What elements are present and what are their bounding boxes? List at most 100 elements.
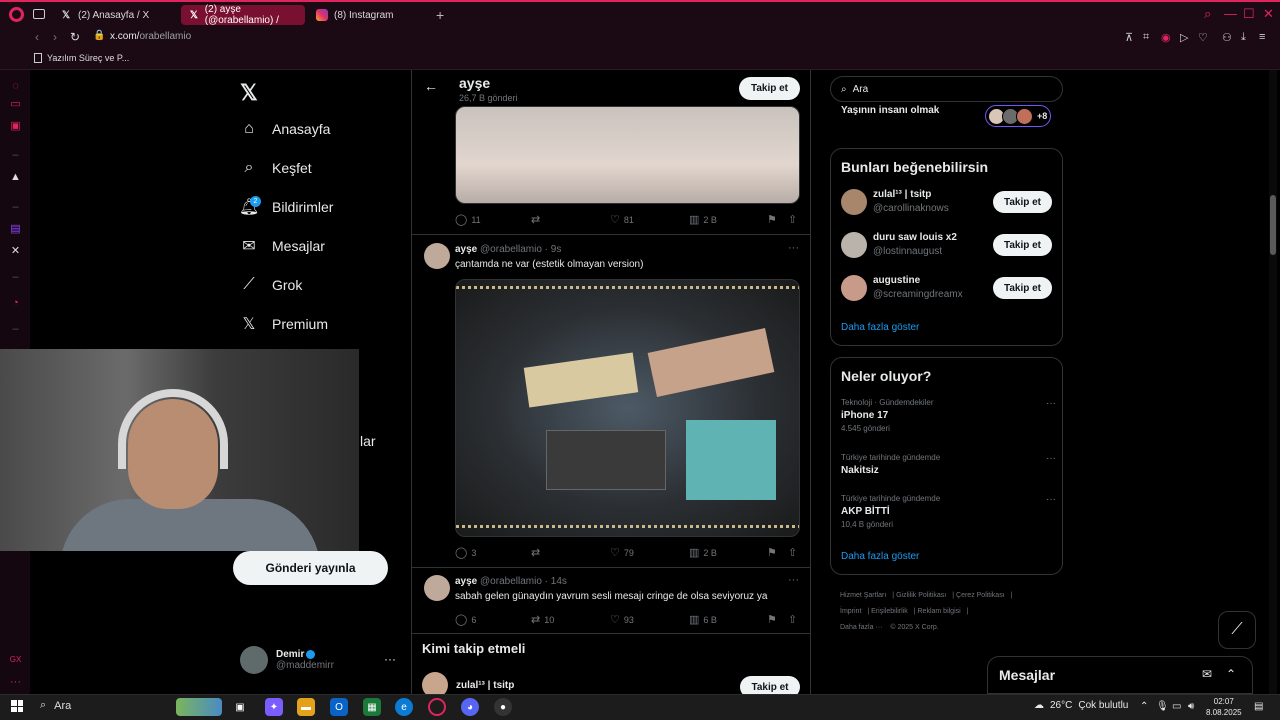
pin-icon[interactable]: ⊼ xyxy=(1125,31,1133,44)
suggestion-item[interactable]: zulal¹³ | tsitp @carollinaknows Takip et xyxy=(841,189,1056,219)
trend-item[interactable]: Türkiye tarihinde gündemde Nakitsiz ··· xyxy=(841,453,1056,476)
x-logo-icon[interactable]: 𝕏 xyxy=(240,80,258,106)
avatar[interactable] xyxy=(424,243,450,269)
x-icon[interactable]: ✕ xyxy=(9,244,22,257)
views-button[interactable]: ▥ 2 B xyxy=(689,546,717,559)
follow-button[interactable]: Takip et xyxy=(740,676,800,694)
close-window-button[interactable]: ✕ xyxy=(1263,6,1274,22)
show-more-link[interactable]: Daha fazla göster xyxy=(841,322,919,333)
post-button[interactable]: Gönderi yayınla xyxy=(233,551,388,585)
new-message-icon[interactable]: ✉ xyxy=(1202,667,1212,681)
tab-overview-icon[interactable] xyxy=(33,9,45,19)
repost-button[interactable]: ⇄ 10 xyxy=(531,613,554,626)
reply-button[interactable]: ◯ 3 xyxy=(455,546,476,559)
suggestion-item[interactable]: duru saw louis x2 @lostinnaugust Takip e… xyxy=(841,232,1056,262)
messages-drawer[interactable]: Mesajlar ✉ ⌃ xyxy=(987,656,1253,694)
like-button[interactable]: ♡ 93 xyxy=(610,613,634,626)
account-switcher[interactable]: Demir @maddemirr ··· xyxy=(240,646,400,674)
copilot-icon[interactable]: ✦ xyxy=(265,698,283,716)
bookmark-item[interactable]: Yazılım Süreç ve P... xyxy=(34,53,129,63)
obs-icon[interactable]: ● xyxy=(494,698,512,716)
nav-grok[interactable]: ⟋ Grok xyxy=(240,276,302,294)
like-button[interactable]: ♡ 81 xyxy=(610,213,634,226)
repost-button[interactable]: ⇄ xyxy=(531,546,540,559)
reload-icon[interactable]: ↻ xyxy=(70,30,80,44)
share-button[interactable]: ⇧ xyxy=(788,613,797,626)
reply-button[interactable]: ◯ 6 xyxy=(455,613,476,626)
nav-premium[interactable]: 𝕏 Premium xyxy=(240,315,328,333)
nav-messages[interactable]: ✉ Mesajlar xyxy=(240,237,325,255)
volume-icon[interactable]: 🔊︎ xyxy=(1188,701,1194,712)
minimize-button[interactable]: — xyxy=(1224,6,1237,21)
tab-home[interactable]: 𝕏 (2) Anasayfa / X xyxy=(52,5,178,25)
bookmark-button[interactable]: ⚑ xyxy=(767,613,777,626)
microphone-icon[interactable]: 🎙︎ xyxy=(1156,701,1169,712)
shield-icon[interactable]: ◉ xyxy=(1161,31,1171,44)
grok-button[interactable]: ⟋ xyxy=(1218,611,1256,649)
search-tabs-icon[interactable]: ⌕ xyxy=(1204,6,1211,22)
menu-icon[interactable]: ≡ xyxy=(1259,31,1265,43)
avatar[interactable] xyxy=(424,575,450,601)
discord-icon[interactable]: ◕ xyxy=(461,698,479,716)
share-button[interactable]: ⇧ xyxy=(788,546,797,559)
repost-button[interactable]: ⇄ xyxy=(531,213,540,226)
outlook-icon[interactable]: O xyxy=(330,698,348,716)
more-options-icon[interactable]: ··· xyxy=(384,652,396,666)
network-icon[interactable]: ▭ xyxy=(1172,701,1181,712)
nav-explore[interactable]: ⌕ Keşfet xyxy=(240,159,312,177)
clock[interactable]: 02:07 8.08.2025 xyxy=(1206,696,1242,718)
tab-instagram[interactable]: (8) Instagram xyxy=(308,5,428,25)
edge-icon[interactable]: e xyxy=(395,698,413,716)
post-image[interactable] xyxy=(455,106,800,204)
gx-icon[interactable]: GX xyxy=(9,653,22,666)
trend-item[interactable]: Türkiye tarihinde gündemde AKP BİTTİ 10,… xyxy=(841,494,1056,529)
download-icon[interactable]: ⤓ xyxy=(1241,31,1246,44)
clock-icon[interactable]: ◔ xyxy=(9,296,22,309)
news-icon[interactable]: ▣ xyxy=(9,119,22,132)
more-icon[interactable]: ··· xyxy=(9,675,22,688)
more-options-icon[interactable]: ··· xyxy=(788,574,799,586)
nav-partial-label[interactable]: lar xyxy=(360,433,376,449)
notifications-icon[interactable]: ▤ xyxy=(1254,701,1263,712)
views-button[interactable]: ▥ 2 B xyxy=(689,213,717,226)
aria-icon[interactable]: ◌ xyxy=(9,79,22,92)
weather-widget[interactable]: ☁ 26°C Çok bulutlu xyxy=(1034,700,1128,711)
new-tab-button[interactable]: + xyxy=(436,7,444,23)
trend-item[interactable]: Teknoloji · Gündemdekiler iPhone 17 4.54… xyxy=(841,398,1056,433)
follow-button[interactable]: Takip et xyxy=(739,77,800,100)
who-to-follow-item[interactable]: zulal¹³ | tsitp xyxy=(422,672,514,694)
chevron-up-icon[interactable]: ⌃ xyxy=(1140,701,1148,712)
avatar-stack[interactable]: +8 xyxy=(985,105,1051,127)
share-button[interactable]: ⇧ xyxy=(788,213,797,226)
snapshot-icon[interactable]: ⌗ xyxy=(1143,31,1149,44)
trend-title[interactable]: Yaşının insanı olmak xyxy=(841,105,939,116)
messenger-icon[interactable]: ▭ xyxy=(9,97,22,110)
like-button[interactable]: ♡ 79 xyxy=(610,546,634,559)
task-view-icon[interactable]: ▣ xyxy=(231,698,249,716)
tiktok-icon[interactable]: ▲ xyxy=(9,170,22,183)
store-icon[interactable]: ▦ xyxy=(363,698,381,716)
profile-icon[interactable]: ⚇ xyxy=(1222,31,1232,44)
follow-button[interactable]: Takip et xyxy=(993,191,1052,213)
opera-icon[interactable] xyxy=(428,698,446,716)
chevron-up-icon[interactable]: ⌃ xyxy=(1226,667,1236,681)
heart-icon[interactable]: ♡ xyxy=(1198,31,1208,44)
play-icon[interactable]: ▷ xyxy=(1180,31,1188,44)
maximize-button[interactable]: ☐ xyxy=(1243,6,1255,22)
bookmark-button[interactable]: ⚑ xyxy=(767,546,777,559)
follow-button[interactable]: Takip et xyxy=(993,234,1052,256)
more-options-icon[interactable]: ··· xyxy=(788,242,799,254)
more-options-icon[interactable]: ··· xyxy=(1046,398,1056,409)
reply-button[interactable]: ◯ 11 xyxy=(455,213,481,226)
show-more-link[interactable]: Daha fazla göster xyxy=(841,551,919,562)
opera-logo-icon[interactable] xyxy=(9,7,24,22)
more-options-icon[interactable]: ··· xyxy=(1046,453,1056,464)
widget-image[interactable] xyxy=(176,698,222,716)
search-input[interactable]: ⌕ Ara xyxy=(830,76,1063,102)
twitch-icon[interactable]: ▤ xyxy=(9,222,22,235)
url-field[interactable]: x.com/orabellamio xyxy=(110,31,191,42)
windows-start-icon[interactable] xyxy=(11,700,23,712)
back-arrow-icon[interactable]: ← xyxy=(424,78,438,94)
scrollbar[interactable] xyxy=(1269,70,1277,694)
bookmark-button[interactable]: ⚑ xyxy=(767,213,777,226)
